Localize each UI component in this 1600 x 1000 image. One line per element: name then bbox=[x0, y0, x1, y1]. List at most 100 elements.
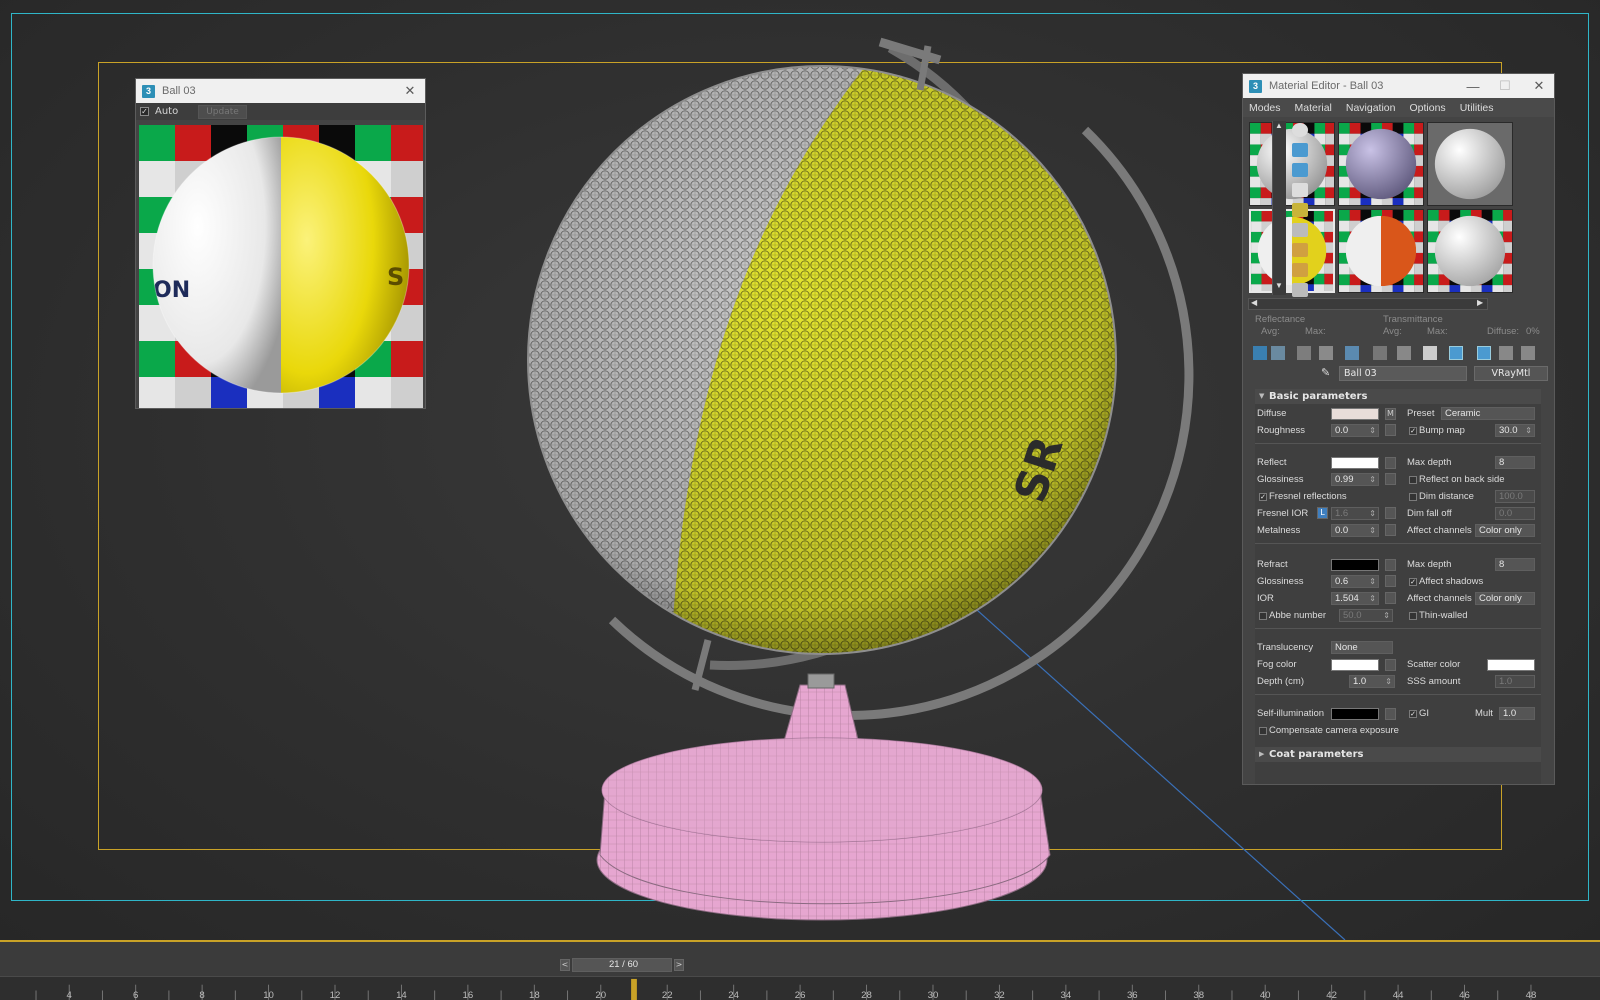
fresnel-ior-input[interactable]: 1.6 bbox=[1331, 507, 1379, 520]
fog-map-button[interactable] bbox=[1385, 659, 1396, 671]
reflect-back-checkbox[interactable] bbox=[1409, 476, 1417, 484]
background-icon[interactable] bbox=[1292, 163, 1308, 177]
show-in-viewport-icon[interactable] bbox=[1449, 346, 1463, 360]
select-by-material-icon[interactable] bbox=[1292, 263, 1308, 277]
abbe-checkbox[interactable] bbox=[1259, 612, 1267, 620]
refract-map-button[interactable] bbox=[1385, 559, 1396, 571]
coat-parameters-header[interactable]: ▶ Coat parameters bbox=[1255, 747, 1541, 762]
close-icon[interactable]: ✕ bbox=[1524, 74, 1554, 98]
material-id-icon[interactable] bbox=[1423, 346, 1437, 360]
ior-input[interactable]: 1.504 bbox=[1331, 592, 1379, 605]
sample-type-icon[interactable] bbox=[1292, 123, 1308, 137]
menu-modes[interactable]: Modes bbox=[1249, 102, 1281, 114]
material-preview-window[interactable]: 3 Ball 03 ✕ ✓ Auto Update ON S bbox=[135, 78, 426, 409]
roughness-input[interactable]: 0.0 bbox=[1331, 424, 1379, 437]
abbe-input[interactable]: 50.0 bbox=[1339, 609, 1393, 622]
get-material-icon[interactable] bbox=[1253, 346, 1267, 360]
put-to-scene-icon[interactable] bbox=[1271, 346, 1285, 360]
sss-amount-input[interactable]: 1.0 bbox=[1495, 675, 1535, 688]
material-name-field[interactable]: Ball 03 bbox=[1339, 366, 1467, 381]
make-copy-icon[interactable] bbox=[1345, 346, 1359, 360]
mult-input[interactable]: 1.0 bbox=[1499, 707, 1535, 720]
eyedropper-icon[interactable]: ✎ bbox=[1321, 366, 1330, 379]
time-ruler[interactable]: 4 6 8 10 12 14 16 18 20 22 24 26 28 30 32 34 36 38 40 42 44 4… bbox=[0, 976, 1600, 1000]
close-icon[interactable]: ✕ bbox=[395, 79, 425, 103]
bump-map-input[interactable]: 30.0 bbox=[1495, 424, 1535, 437]
backlight-icon[interactable] bbox=[1292, 143, 1308, 157]
next-frame-button[interactable]: > bbox=[674, 959, 684, 971]
make-preview-icon[interactable] bbox=[1292, 223, 1308, 237]
refract-affect-channels-dropdown[interactable]: Color only bbox=[1475, 592, 1535, 605]
prev-frame-button[interactable]: < bbox=[560, 959, 570, 971]
time-slider[interactable]: < 21 / 60 > bbox=[560, 958, 684, 972]
dim-falloff-input[interactable]: 0.0 bbox=[1495, 507, 1535, 520]
show-end-result-icon[interactable] bbox=[1477, 346, 1491, 360]
diffuse-map-button[interactable]: M bbox=[1385, 408, 1396, 420]
refract-glossiness-map-button[interactable] bbox=[1385, 575, 1396, 587]
fresnel-checkbox[interactable]: ✓ bbox=[1259, 493, 1267, 501]
chevron-left-icon[interactable]: ◀ bbox=[1251, 298, 1257, 307]
reflect-affect-channels-dropdown[interactable]: Color only bbox=[1475, 524, 1535, 537]
current-frame-marker[interactable] bbox=[631, 978, 637, 1000]
reflect-max-depth-input[interactable]: 8 bbox=[1495, 456, 1535, 469]
self-illumination-map-button[interactable] bbox=[1385, 708, 1396, 720]
gi-checkbox[interactable]: ✓ bbox=[1409, 710, 1417, 718]
preview-title-bar[interactable]: 3 Ball 03 ✕ bbox=[136, 79, 425, 103]
mat-title-bar[interactable]: 3 Material Editor - Ball 03 — ☐ ✕ bbox=[1243, 74, 1554, 98]
material-slot-5[interactable] bbox=[1338, 209, 1424, 293]
menu-navigation[interactable]: Navigation bbox=[1346, 102, 1396, 114]
affect-shadows-checkbox[interactable]: ✓ bbox=[1409, 578, 1417, 586]
refract-max-depth-input[interactable]: 8 bbox=[1495, 558, 1535, 571]
fresnel-ior-lock-button[interactable]: L bbox=[1317, 507, 1328, 519]
material-slot-3[interactable] bbox=[1427, 122, 1513, 206]
uv-tiling-icon[interactable] bbox=[1292, 183, 1308, 197]
reflect-swatch[interactable] bbox=[1331, 457, 1379, 469]
glossiness-map-button[interactable] bbox=[1385, 473, 1396, 485]
refract-swatch[interactable] bbox=[1331, 559, 1379, 571]
self-illumination-swatch[interactable] bbox=[1331, 708, 1379, 720]
roughness-map-button[interactable] bbox=[1385, 424, 1396, 436]
fresnel-ior-map-button[interactable] bbox=[1385, 507, 1396, 519]
maximize-icon[interactable]: ☐ bbox=[1490, 74, 1520, 98]
material-slot-2[interactable] bbox=[1338, 122, 1424, 206]
minimize-icon[interactable]: — bbox=[1458, 74, 1488, 98]
chevron-down-icon[interactable]: ▼ bbox=[1275, 281, 1283, 290]
menu-options[interactable]: Options bbox=[1410, 102, 1446, 114]
metalness-input[interactable]: 0.0 bbox=[1331, 524, 1379, 537]
metalness-map-button[interactable] bbox=[1385, 524, 1396, 536]
make-unique-icon[interactable] bbox=[1373, 346, 1387, 360]
material-navigator-icon[interactable] bbox=[1292, 283, 1308, 297]
material-type-button[interactable]: VRayMtl bbox=[1474, 366, 1548, 381]
slot-horizontal-scrollbar[interactable]: ◀ ▶ bbox=[1248, 298, 1488, 310]
slot-scrollbar[interactable]: ▲ ▼ bbox=[1272, 121, 1286, 295]
menu-material[interactable]: Material bbox=[1295, 102, 1332, 114]
scatter-color-swatch[interactable] bbox=[1487, 659, 1535, 671]
video-check-icon[interactable] bbox=[1292, 203, 1308, 217]
bump-map-checkbox[interactable]: ✓ bbox=[1409, 427, 1417, 435]
basic-parameters-header[interactable]: ▼ Basic parameters bbox=[1255, 389, 1541, 404]
assign-material-icon[interactable] bbox=[1297, 346, 1311, 360]
thin-walled-checkbox[interactable] bbox=[1409, 612, 1417, 620]
go-forward-icon[interactable] bbox=[1521, 346, 1535, 360]
go-to-parent-icon[interactable] bbox=[1499, 346, 1513, 360]
delete-icon[interactable] bbox=[1319, 346, 1333, 360]
translucency-dropdown[interactable]: None bbox=[1331, 641, 1393, 654]
material-editor-window[interactable]: 3 Material Editor - Ball 03 — ☐ ✕ Modes … bbox=[1242, 73, 1555, 785]
auto-checkbox[interactable]: ✓ bbox=[140, 107, 149, 116]
frame-indicator[interactable]: 21 / 60 bbox=[572, 958, 672, 972]
dim-distance-checkbox[interactable] bbox=[1409, 493, 1417, 501]
depth-input[interactable]: 1.0 bbox=[1349, 675, 1395, 688]
fog-color-swatch[interactable] bbox=[1331, 659, 1379, 671]
save-icon[interactable] bbox=[1397, 346, 1411, 360]
preset-dropdown[interactable]: Ceramic bbox=[1441, 407, 1535, 420]
menu-utilities[interactable]: Utilities bbox=[1460, 102, 1494, 114]
dim-distance-input[interactable]: 100.0 bbox=[1495, 490, 1535, 503]
update-button[interactable]: Update bbox=[198, 104, 247, 119]
timeline[interactable]: < 21 / 60 > 4 6 8 10 12 14 16 18 20 22 24 26 28 30 32 3… bbox=[0, 940, 1600, 1000]
chevron-up-icon[interactable]: ▲ bbox=[1275, 121, 1283, 130]
ior-map-button[interactable] bbox=[1385, 592, 1396, 604]
compensate-exposure-checkbox[interactable] bbox=[1259, 727, 1267, 735]
chevron-right-icon[interactable]: ▶ bbox=[1477, 298, 1483, 307]
refract-glossiness-input[interactable]: 0.6 bbox=[1331, 575, 1379, 588]
reflect-map-button[interactable] bbox=[1385, 457, 1396, 469]
